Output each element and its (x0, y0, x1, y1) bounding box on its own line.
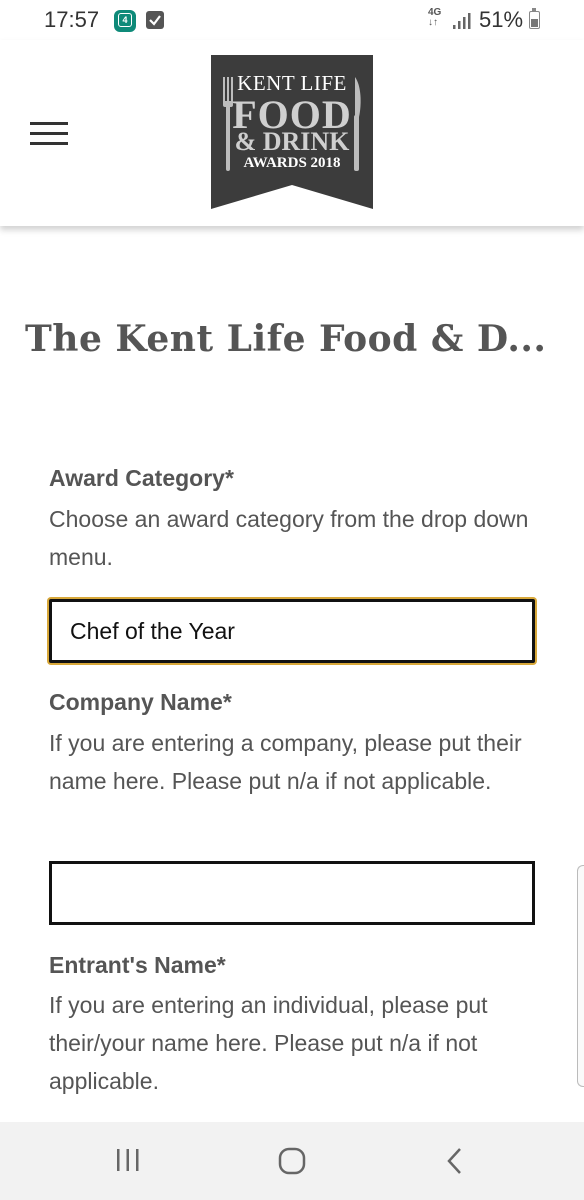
network-type-icon: 4G ↓↑ (428, 7, 442, 28)
entrant-name-label: Entrant's Name* (49, 952, 226, 978)
signal-strength-icon (453, 13, 471, 29)
award-category-select[interactable] (49, 599, 535, 663)
logo-line-3: & DRINK (234, 127, 350, 156)
award-category-help: Choose an award category from the drop d… (49, 506, 529, 570)
recent-apps-icon[interactable] (114, 1147, 142, 1173)
scrollbar-handle[interactable] (577, 865, 584, 1087)
back-icon[interactable] (444, 1147, 464, 1175)
notification-count: 4 (118, 13, 132, 28)
company-name-input[interactable] (49, 861, 535, 925)
site-header: KENT LIFE FOOD & DRINK AWARDS 2018 (0, 40, 584, 226)
home-icon[interactable] (278, 1147, 306, 1175)
battery-percentage: 51% (479, 7, 524, 32)
hamburger-menu-button[interactable] (30, 122, 68, 146)
status-bar: 17:57 4 4G ↓↑ 51% (0, 0, 584, 40)
status-time: 17:57 (44, 7, 100, 32)
menu-bar-1 (30, 122, 68, 125)
kent-life-food-drink-awards-logo[interactable]: KENT LIFE FOOD & DRINK AWARDS 2018 (211, 55, 373, 209)
app-notification-icon: 4 (114, 10, 136, 32)
page-title: The Kent Life Food & D... (25, 318, 547, 360)
logo-line-4: AWARDS 2018 (243, 155, 341, 171)
entrant-name-help: If you are entering an individual, pleas… (49, 992, 488, 1094)
award-category-label: Award Category* (49, 465, 234, 491)
checkbox-notification-icon (146, 11, 164, 29)
menu-bar-2 (30, 132, 68, 135)
menu-bar-3 (30, 142, 68, 145)
system-navigation-bar (0, 1122, 584, 1200)
battery-icon (529, 8, 540, 29)
company-name-label: Company Name* (49, 689, 232, 715)
company-name-help: If you are entering a company, please pu… (49, 730, 522, 794)
